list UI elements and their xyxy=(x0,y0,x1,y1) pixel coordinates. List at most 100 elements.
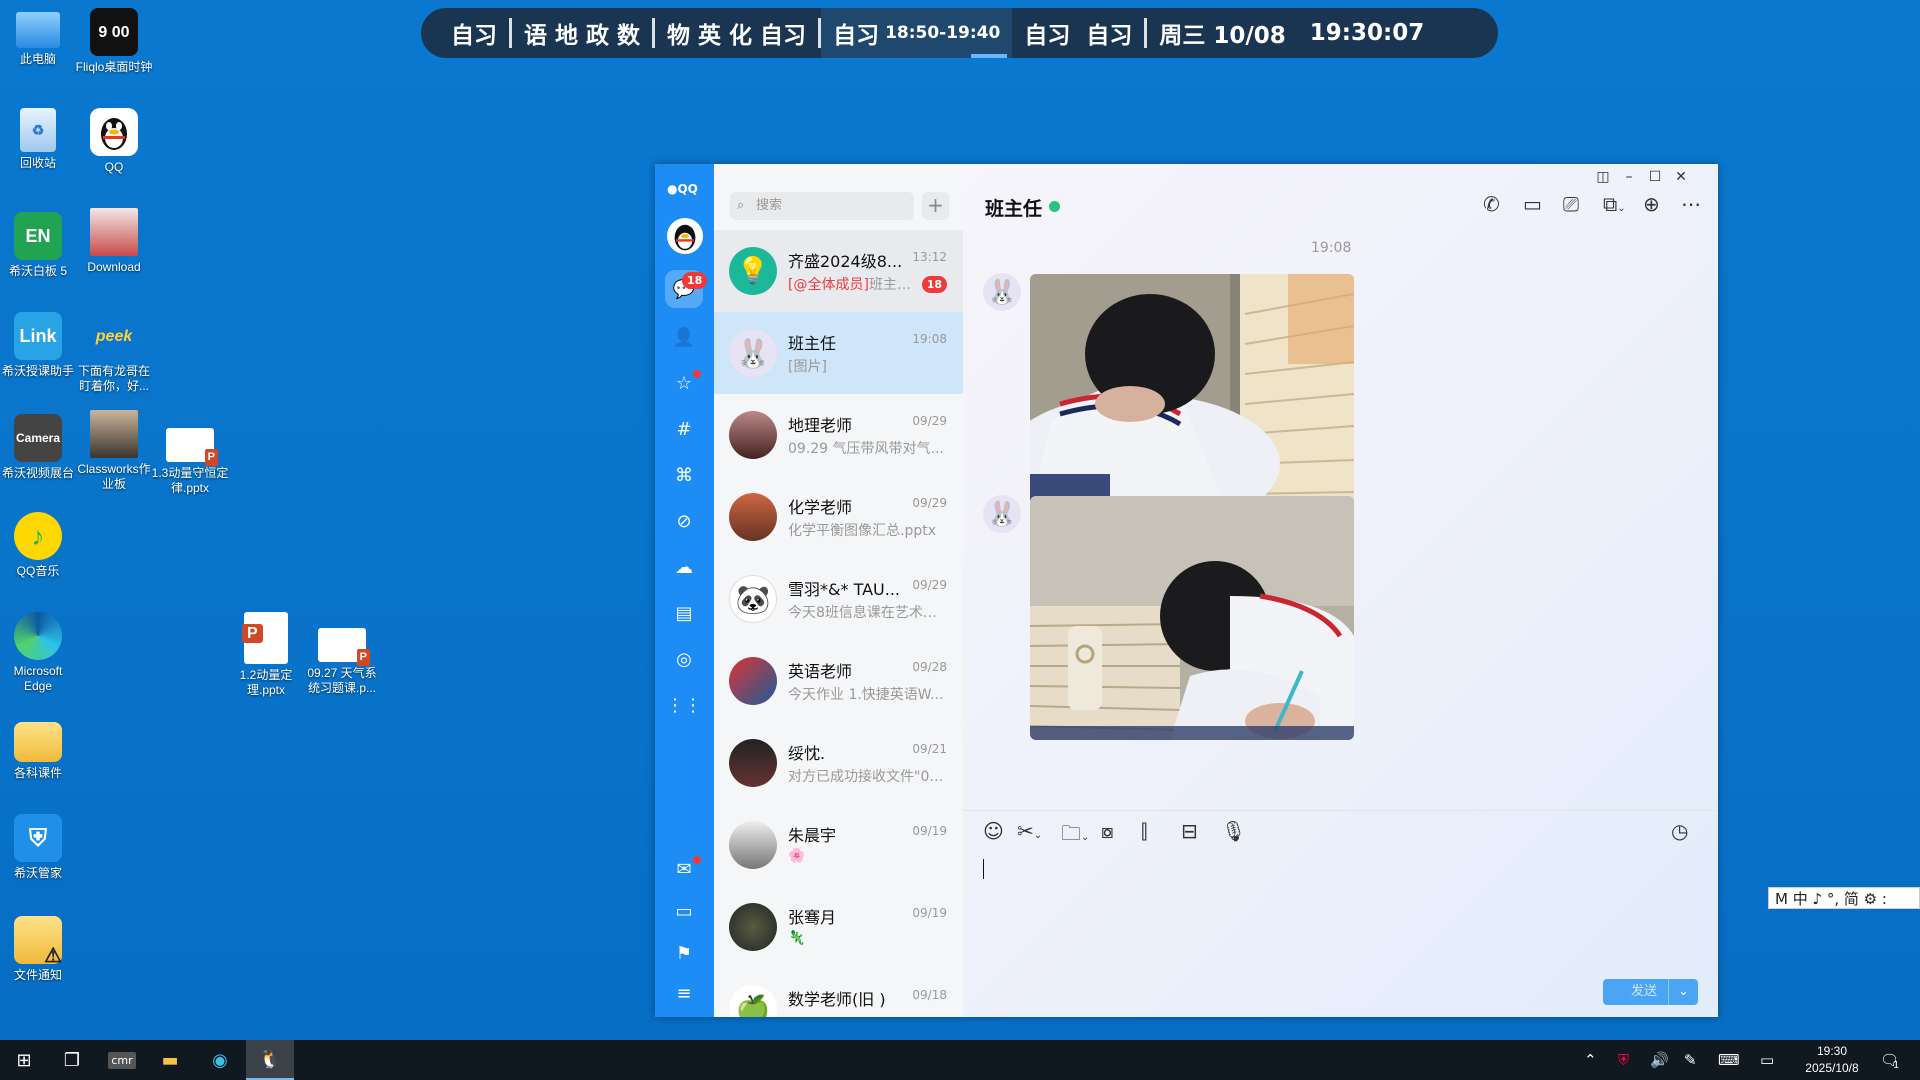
search-input[interactable]: ⌕ 搜索 xyxy=(730,192,914,220)
folder-icon: 🗀 xyxy=(1061,821,1081,845)
docs-nav-button[interactable]: ▤ xyxy=(671,600,697,626)
taskbar-clock[interactable]: 19:30 2025/10/8 xyxy=(1792,1043,1872,1077)
conversation-list: ⌕搜索 + 💡 齐盛2024级8... 13:12 [@全体成员]班主任... … xyxy=(714,164,963,1017)
class-schedule-bar: 自习 语 地 政 数 物 英 化 自习 自习 18:50-19:40 自习 自习… xyxy=(421,8,1498,58)
history-button[interactable]: ◷ xyxy=(1671,819,1688,843)
send-button[interactable]: 发送 ⌄ xyxy=(1603,979,1698,1005)
add-circle-icon: ⊕ xyxy=(1643,192,1660,216)
screenshot-button[interactable]: ✂⌄ xyxy=(1017,819,1042,843)
planet-nav-button[interactable]: ◎ xyxy=(671,646,697,672)
shake-window-button[interactable]: ⫿ xyxy=(1141,819,1147,843)
desktop-icon-recycle-bin[interactable]: ♻ 回收站 xyxy=(0,108,78,171)
channels-nav-button[interactable]: # xyxy=(671,416,697,442)
voice-call-button[interactable]: ✆ xyxy=(1483,192,1500,216)
powerpoint-file-icon: P xyxy=(242,612,288,664)
desktop-icon-course-folder[interactable]: 各科课件 xyxy=(0,716,78,781)
contact-avatar xyxy=(729,821,777,869)
send-image-button[interactable]: ⧇ xyxy=(1101,819,1114,843)
desktop-icon-qq-music[interactable]: ♪ QQ音乐 xyxy=(0,512,78,579)
contacts-nav-button[interactable]: 👤 xyxy=(671,324,697,350)
taskbar-app-explorer[interactable]: ▬ xyxy=(146,1040,194,1080)
ime-toolbar[interactable]: M 中 ♪ °, 简 ⚙ : xyxy=(1768,887,1920,909)
conversation-item[interactable]: 🍏 数学老师(旧 ) 09/18 xyxy=(714,968,963,1017)
remote-assist-button[interactable]: ⧉⌄ xyxy=(1603,192,1626,216)
desktop-icon-fliqlo[interactable]: 9 00 Fliqlo桌面时钟 xyxy=(74,8,154,75)
gamepad-icon: ⌘ xyxy=(675,464,693,486)
seewo-link-icon: Link xyxy=(14,312,62,360)
conversation-item[interactable]: 🐰 班主任 19:08 [图片] xyxy=(714,312,963,394)
conversation-item[interactable]: 地理老师 09/29 09.29 气压带风带对气... xyxy=(714,394,963,476)
tray-overflow-button[interactable]: ⌃ xyxy=(1584,1040,1597,1080)
conversation-item[interactable]: 化学老师 09/29 化学平衡图像汇总.pptx xyxy=(714,476,963,558)
conversation-time: 09/29 xyxy=(912,414,947,428)
voice-message-button[interactable]: 🎙 xyxy=(1221,819,1246,843)
image-message[interactable] xyxy=(1030,274,1354,518)
desktop-icon-this-pc[interactable]: 此电脑 xyxy=(0,8,78,67)
desktop-icon-pptx-09-27[interactable]: P 09.27 天气系统习题课.p... xyxy=(302,628,382,696)
text-cursor[interactable] xyxy=(983,859,984,879)
video-call-button[interactable]: ▭ xyxy=(1523,192,1542,216)
maximize-button[interactable]: ☐ xyxy=(1645,169,1665,185)
conversation-item[interactable]: 🐼 雪羽*&* TAU... 09/29 今天8班信息课在艺术楼... xyxy=(714,558,963,640)
tray-security[interactable]: ⛨ xyxy=(1618,1040,1629,1080)
notification-center-button[interactable]: 🗨 1 xyxy=(1880,1040,1899,1080)
minimize-button[interactable]: – xyxy=(1619,169,1639,185)
desktop-icon-seewo-camera[interactable]: Camera 希沃视频展台 xyxy=(0,414,78,481)
sender-avatar[interactable]: 🐰 xyxy=(983,273,1021,311)
desktop-icon-file-notice[interactable]: ⚠ 文件通知 xyxy=(0,916,78,983)
bookmarks-nav-button[interactable]: ⚑ xyxy=(671,940,697,966)
games-nav-button[interactable]: ⌘ xyxy=(671,462,697,488)
tray-display[interactable]: ▭ xyxy=(1760,1040,1774,1080)
taskbar-app-qq[interactable]: 🐧 xyxy=(246,1040,294,1080)
desktop-icon-pptx-1-2[interactable]: P 1.2动量定理.pptx xyxy=(226,612,306,698)
tray-volume[interactable]: 🔊 xyxy=(1650,1040,1669,1080)
screen-share-button[interactable]: ⎚ xyxy=(1563,192,1579,216)
close-button[interactable]: ✕ xyxy=(1671,169,1691,185)
schedule-divider xyxy=(509,18,512,48)
files-nav-button[interactable]: ▭ xyxy=(671,898,697,924)
tray-pen[interactable]: ✎ xyxy=(1684,1040,1697,1080)
conversation-time: 09/29 xyxy=(912,578,947,592)
start-button[interactable]: ⊞ xyxy=(0,1040,48,1080)
desktop-icon-seewo-guard[interactable]: ⛨ 希沃管家 xyxy=(0,814,78,881)
links-nav-button[interactable]: ⊘ xyxy=(671,508,697,534)
image-message[interactable] xyxy=(1030,496,1354,740)
taskbar-app-edge[interactable]: ◉ xyxy=(196,1040,244,1080)
taskbar-app-seewo[interactable]: cmr xyxy=(98,1040,146,1080)
pin-window-button[interactable]: ◫ xyxy=(1593,169,1613,185)
desktop-icon-seewo-link[interactable]: Link 希沃授课助手 xyxy=(0,312,78,379)
tray-keyboard[interactable]: ⌨ xyxy=(1718,1040,1740,1080)
conversation-item[interactable]: 绥忱. 09/21 对方已成功接收文件"09... xyxy=(714,722,963,804)
desktop-icon-edge[interactable]: Microsoft Edge xyxy=(0,612,78,694)
main-menu-button[interactable]: ≡ xyxy=(671,980,697,1006)
folder-warning-icon: ⚠ xyxy=(14,916,62,966)
task-view-button[interactable]: ❐ xyxy=(48,1040,96,1080)
camera-icon: Camera xyxy=(14,414,62,462)
my-avatar[interactable] xyxy=(667,218,703,254)
conversation-item[interactable]: 朱晨宇 09/19 🌸 xyxy=(714,804,963,886)
image-icon: ⧇ xyxy=(1101,819,1114,843)
add-button[interactable]: + xyxy=(922,192,949,220)
desktop-icon-download[interactable]: Download xyxy=(74,208,154,275)
desktop-icon-seewo-whiteboard[interactable]: EN 希沃白板 5 xyxy=(0,212,78,279)
add-member-button[interactable]: ⊕ xyxy=(1643,192,1660,216)
conversation-preview: [@全体成员]班主任... xyxy=(788,277,918,293)
desktop-icon-qq[interactable]: QQ xyxy=(74,108,154,175)
conversation-name: 英语老师 xyxy=(788,662,853,681)
more-apps-nav-button[interactable]: ⋮⋮ xyxy=(666,692,702,718)
cloud-nav-button[interactable]: ☁ xyxy=(671,554,697,580)
more-options-button[interactable]: ⋯ xyxy=(1681,192,1701,216)
sender-avatar[interactable]: 🐰 xyxy=(983,495,1021,533)
desktop-icon-classworks[interactable]: Classworks作业板 xyxy=(74,410,154,492)
desktop-icon-peek[interactable]: peek 下面有龙哥在盯着你，好... xyxy=(74,312,154,394)
contact-avatar xyxy=(729,739,777,787)
conversation-item[interactable]: 张骞月 09/19 🦎 xyxy=(714,886,963,968)
desktop-icon-pptx-1-3[interactable]: P 1.3动量守恒定律.pptx xyxy=(150,428,230,496)
red-packet-button[interactable]: ⊟ xyxy=(1181,819,1198,843)
mail-dot xyxy=(693,856,701,864)
send-file-button[interactable]: 🗀⌄ xyxy=(1061,819,1089,853)
conversation-item[interactable]: 英语老师 09/28 今天作业 1.快捷英语W... xyxy=(714,640,963,722)
emoji-button[interactable]: ☺ xyxy=(983,819,1004,843)
send-options-dropdown[interactable]: ⌄ xyxy=(1668,979,1698,1005)
conversation-item[interactable]: 💡 齐盛2024级8... 13:12 [@全体成员]班主任... 18 xyxy=(714,230,963,312)
